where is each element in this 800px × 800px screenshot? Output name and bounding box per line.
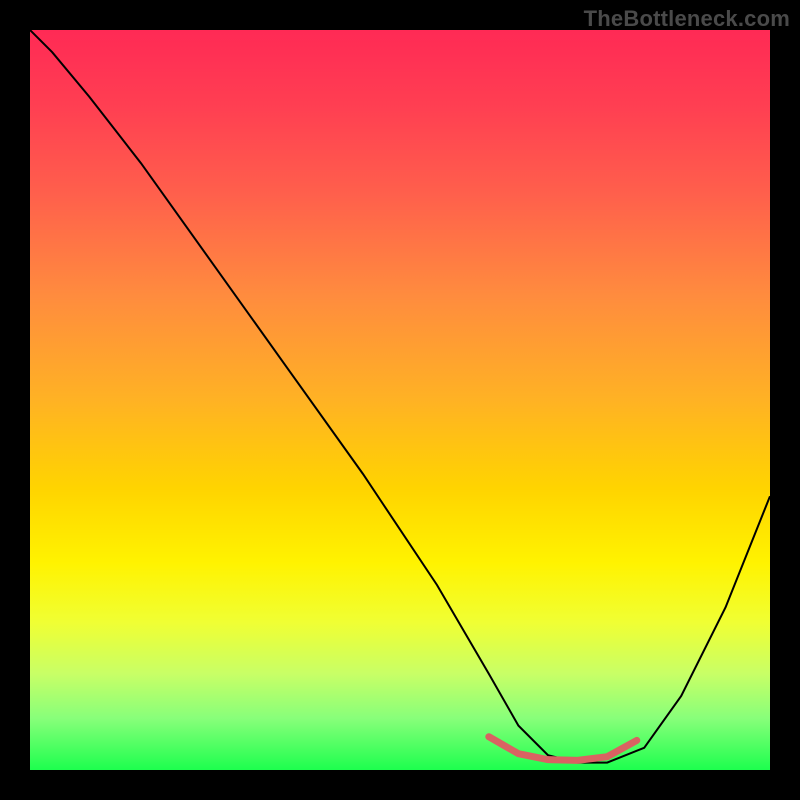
chart-svg <box>30 30 770 770</box>
curve-line <box>30 30 770 763</box>
highlight-line <box>489 737 637 761</box>
watermark-text: TheBottleneck.com <box>584 6 790 32</box>
chart-frame: TheBottleneck.com <box>0 0 800 800</box>
plot-area <box>30 30 770 770</box>
